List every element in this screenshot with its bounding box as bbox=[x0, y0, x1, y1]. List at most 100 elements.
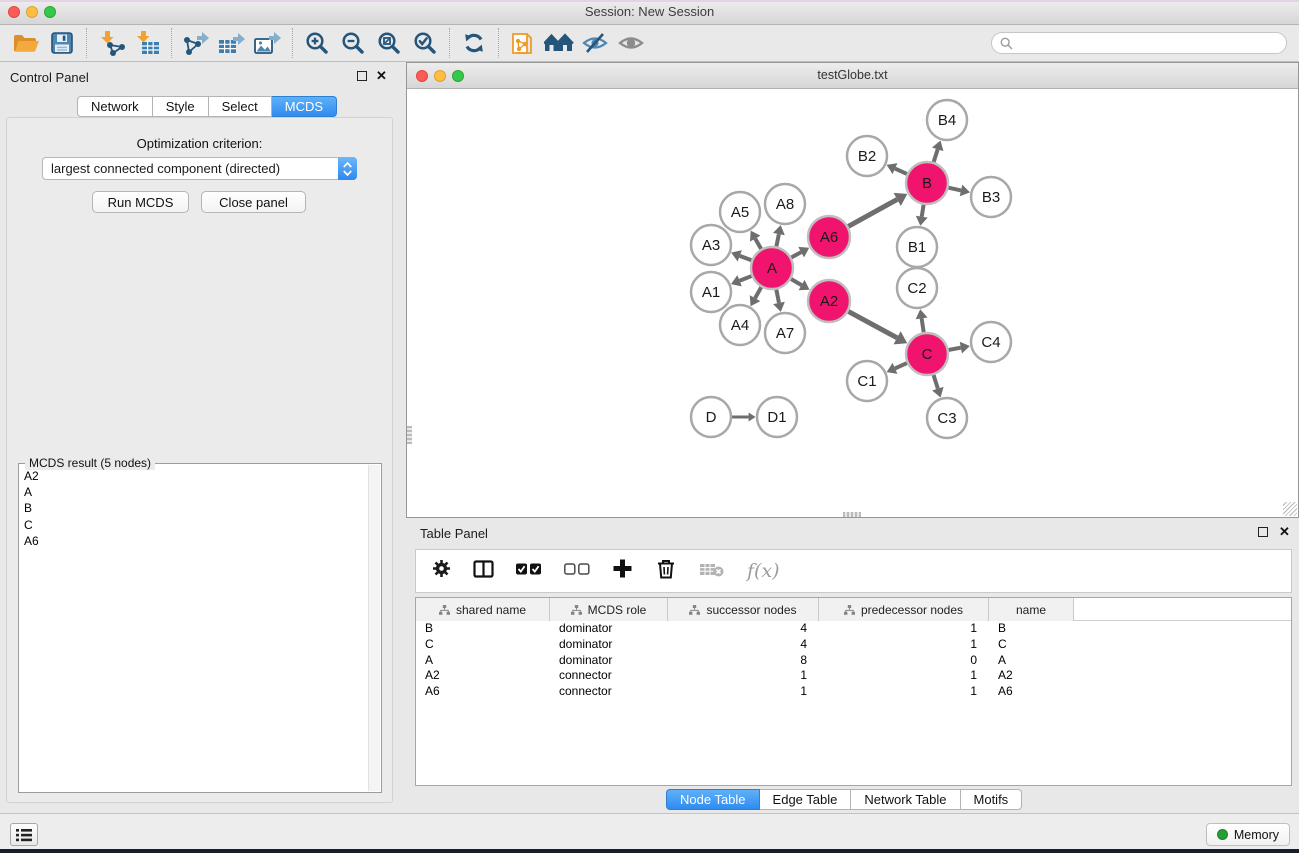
control-panel-tabs: Network Style Select MCDS bbox=[77, 96, 337, 117]
list-item[interactable]: A bbox=[24, 484, 368, 500]
main-titlebar: Session: New Session bbox=[0, 0, 1299, 25]
table-row[interactable]: A6 connector 1 1 A6 bbox=[416, 684, 1291, 700]
float-panel-icon[interactable] bbox=[1258, 527, 1268, 537]
pane-grip[interactable] bbox=[407, 426, 412, 444]
hide-eye-button[interactable] bbox=[577, 27, 613, 59]
table-row[interactable]: A2 connector 1 1 A2 bbox=[416, 668, 1291, 684]
import-table-button[interactable] bbox=[129, 27, 165, 59]
zoom-out-button[interactable] bbox=[335, 27, 371, 59]
graph-node-label: D1 bbox=[767, 409, 786, 426]
open-session-button[interactable] bbox=[8, 27, 44, 59]
hierarchy-icon bbox=[844, 605, 855, 615]
home-button[interactable] bbox=[541, 27, 577, 59]
toolbar-separator bbox=[86, 28, 87, 58]
gear-icon bbox=[432, 559, 451, 578]
double-home-icon bbox=[544, 31, 574, 55]
column-header-successor-nodes[interactable]: successor nodes bbox=[668, 598, 819, 621]
column-header-mcds-role[interactable]: MCDS role bbox=[550, 598, 668, 621]
application-window: Session: New Session bbox=[0, 0, 1299, 853]
plus-icon bbox=[612, 558, 633, 579]
search-field[interactable] bbox=[991, 32, 1287, 54]
tab-motifs[interactable]: Motifs bbox=[961, 789, 1023, 810]
task-history-button[interactable] bbox=[10, 823, 38, 846]
tab-select[interactable]: Select bbox=[209, 96, 272, 117]
graph-node-label: A3 bbox=[702, 237, 720, 254]
pane-grip[interactable] bbox=[843, 512, 861, 517]
scrollbar-track[interactable] bbox=[368, 465, 380, 791]
memory-button[interactable]: Memory bbox=[1206, 823, 1290, 846]
toolbar-separator bbox=[292, 28, 293, 58]
search-icon bbox=[1000, 37, 1013, 50]
import-network-button[interactable] bbox=[93, 27, 129, 59]
network-canvas[interactable]: B4B2BB3A8A5A6A3B1AC2A1A2A4A7C4CC1C3DD1 bbox=[407, 89, 1298, 517]
network-title: testGlobe.txt bbox=[407, 68, 1298, 82]
select-all-columns-button[interactable] bbox=[516, 562, 542, 580]
close-panel-icon[interactable]: ✕ bbox=[1279, 527, 1290, 537]
tab-edge-table[interactable]: Edge Table bbox=[760, 789, 852, 810]
delete-table-button-disabled bbox=[699, 560, 725, 583]
graph-node-label: C2 bbox=[907, 280, 926, 297]
export-network-button[interactable] bbox=[178, 27, 214, 59]
criterion-select[interactable]: largest connected component (directed) bbox=[42, 157, 357, 180]
close-panel-button[interactable]: Close panel bbox=[201, 191, 306, 213]
table-row[interactable]: C dominator 4 1 C bbox=[416, 637, 1291, 653]
add-column-button[interactable] bbox=[612, 558, 633, 584]
tab-node-table[interactable]: Node Table bbox=[666, 789, 760, 810]
node-table: shared name MCDS role successor nodes pr… bbox=[415, 597, 1292, 786]
network-window-titlebar[interactable]: testGlobe.txt bbox=[407, 63, 1298, 89]
network-file-button[interactable] bbox=[505, 27, 541, 59]
search-input[interactable] bbox=[1018, 35, 1278, 51]
list-item[interactable]: A6 bbox=[24, 533, 368, 549]
export-image-button[interactable] bbox=[250, 27, 286, 59]
zoom-in-button[interactable] bbox=[299, 27, 335, 59]
close-panel-icon[interactable]: ✕ bbox=[376, 71, 387, 81]
list-item[interactable]: B bbox=[24, 500, 368, 516]
show-eye-button[interactable] bbox=[613, 27, 649, 59]
hierarchy-icon bbox=[439, 605, 450, 615]
list-item[interactable]: A2 bbox=[24, 468, 368, 484]
open-folder-icon bbox=[12, 31, 40, 55]
resize-grip-icon[interactable] bbox=[1283, 502, 1297, 516]
column-header-shared-name[interactable]: shared name bbox=[416, 598, 550, 621]
select-stepper-icon bbox=[338, 157, 357, 180]
zoom-fit-button[interactable] bbox=[371, 27, 407, 59]
zoom-selected-button[interactable] bbox=[407, 27, 443, 59]
deselect-all-columns-button[interactable] bbox=[564, 562, 590, 580]
graph-node-label: A2 bbox=[820, 293, 838, 310]
hierarchy-icon bbox=[689, 605, 700, 615]
tab-mcds[interactable]: MCDS bbox=[272, 96, 337, 117]
table-row[interactable]: B dominator 4 1 B bbox=[416, 621, 1291, 637]
tab-style[interactable]: Style bbox=[153, 96, 209, 117]
run-mcds-button[interactable]: Run MCDS bbox=[92, 191, 189, 213]
delete-column-button[interactable] bbox=[655, 558, 677, 585]
table-tabs: Node Table Edge Table Network Table Moti… bbox=[666, 789, 1022, 811]
export-table-button[interactable] bbox=[214, 27, 250, 59]
tab-network[interactable]: Network bbox=[77, 96, 153, 117]
column-header-predecessor-nodes[interactable]: predecessor nodes bbox=[819, 598, 989, 621]
main-toolbar bbox=[0, 25, 1299, 62]
refresh-button[interactable] bbox=[456, 27, 492, 59]
graph-node-label: D bbox=[706, 409, 717, 426]
zoom-in-icon bbox=[305, 31, 329, 55]
table-settings-button[interactable] bbox=[432, 559, 451, 583]
zoom-selected-icon bbox=[413, 31, 437, 55]
optimization-criterion-label: Optimization criterion: bbox=[0, 136, 399, 151]
list-item[interactable]: C bbox=[24, 517, 368, 533]
toolbar-separator bbox=[498, 28, 499, 58]
tab-network-table[interactable]: Network Table bbox=[851, 789, 960, 810]
trash-icon bbox=[655, 558, 677, 580]
eye-slash-icon bbox=[581, 31, 609, 55]
import-network-icon bbox=[97, 30, 125, 56]
network-file-icon bbox=[510, 29, 536, 57]
save-session-button[interactable] bbox=[44, 27, 80, 59]
graph-node-label: C3 bbox=[937, 410, 956, 427]
column-header-name[interactable]: name bbox=[989, 598, 1074, 621]
hierarchy-icon bbox=[571, 605, 582, 615]
mcds-result-list[interactable]: A2 A B C A6 bbox=[20, 465, 368, 791]
network-graph: B4B2BB3A8A5A6A3B1AC2A1A2A4A7C4CC1C3DD1 bbox=[407, 89, 1298, 517]
export-image-icon bbox=[253, 30, 283, 56]
float-panel-icon[interactable] bbox=[357, 71, 367, 81]
split-table-button[interactable] bbox=[473, 560, 494, 583]
control-panel-header: Control Panel ✕ bbox=[0, 62, 399, 88]
table-row[interactable]: A dominator 8 0 A bbox=[416, 653, 1291, 669]
